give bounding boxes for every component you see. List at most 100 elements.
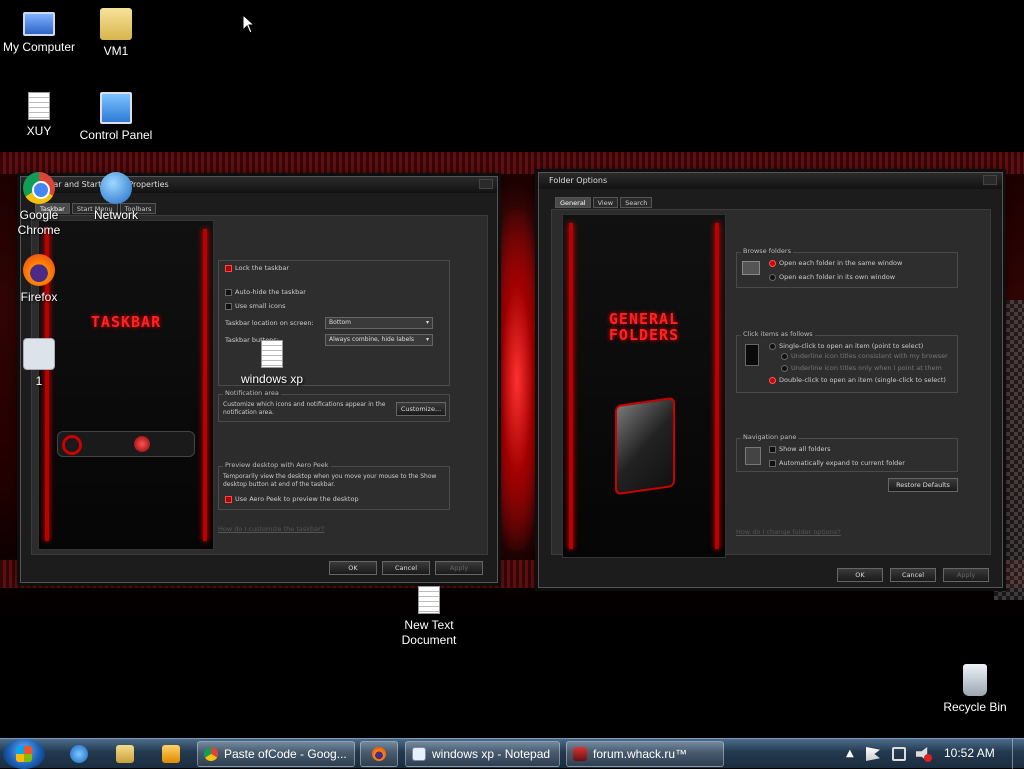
location-select[interactable]: Bottom [325, 317, 433, 329]
desktop-icon-chrome[interactable]: Google Chrome [0, 172, 81, 238]
same-window-radio[interactable] [769, 260, 776, 267]
aero-peek-title: Preview desktop with Aero Peek [223, 461, 331, 469]
lock-taskbar-checkbox[interactable] [225, 265, 232, 272]
own-window-radio[interactable] [769, 274, 776, 281]
desktop-icon-control-panel[interactable]: Control Panel [74, 92, 158, 143]
same-window-label: Open each folder in the same window [779, 259, 903, 267]
show-all-folders-label: Show all folders [779, 445, 831, 453]
internet-explorer-icon[interactable] [70, 745, 88, 763]
buttons-select[interactable]: Always combine, hide labels [325, 334, 433, 346]
help-link[interactable]: How do I change folder options? [736, 528, 841, 536]
desktop-icon-new-text-document[interactable]: New Text Document [387, 586, 471, 648]
single-click-radio[interactable] [769, 343, 776, 350]
preview-rail [569, 223, 573, 549]
lock-taskbar-label: Lock the taskbar [235, 264, 290, 272]
desktop-icon-vm1[interactable]: VM1 [74, 8, 158, 59]
mouse-cursor-icon [242, 14, 256, 34]
preview-taskbar-graphic [57, 431, 195, 457]
preview-art-text: TASKBAR [90, 313, 162, 331]
network-tray-icon[interactable] [892, 747, 906, 761]
cancel-button[interactable]: Cancel [890, 568, 936, 582]
preview-ball-icon [134, 436, 150, 452]
tab-search[interactable]: Search [620, 197, 653, 208]
preview-rail [203, 229, 207, 541]
desktop-icon-1[interactable]: 1 [0, 338, 81, 389]
desktop-icon-label: 1 [35, 374, 43, 388]
location-label: Taskbar location on screen: [225, 319, 314, 327]
cancel-button[interactable]: Cancel [382, 561, 430, 575]
help-link[interactable]: How do I customize the taskbar? [218, 525, 324, 533]
action-center-flag-icon[interactable] [866, 747, 880, 761]
underline-browser-label: Underline icon titles consistent with my… [791, 352, 948, 360]
desktop-icon-label: windows xp [240, 372, 304, 386]
clock[interactable]: 10:52 AM [944, 746, 995, 760]
network-icon [100, 172, 132, 204]
folder-user-icon [100, 8, 132, 40]
close-button[interactable] [479, 179, 493, 189]
chrome-icon [23, 172, 55, 204]
location-value: Bottom [329, 319, 352, 326]
task-button-firefox[interactable] [360, 741, 398, 767]
auto-expand-label: Automatically expand to current folder [779, 459, 905, 467]
task-button-app[interactable]: forum.whack.ru™ [566, 741, 724, 767]
desktop-icon-windows-xp[interactable]: windows xp [230, 340, 314, 387]
browse-folders-title: Browse folders [741, 247, 793, 255]
small-icons-checkbox[interactable] [225, 303, 232, 310]
preview-rail [715, 223, 719, 549]
desktop-icon-my-computer[interactable]: My Computer [0, 8, 81, 55]
customize-button[interactable]: Customize... [396, 402, 446, 416]
navigation-pane-title: Navigation pane [741, 433, 799, 441]
desktop-icon-label: My Computer [2, 40, 76, 54]
window-title: Folder Options [539, 173, 1002, 189]
underline-point-radio[interactable] [781, 365, 788, 372]
tab-general[interactable]: General [555, 197, 591, 208]
notification-area-title: Notification area [223, 389, 281, 397]
desktop-icon-xuy[interactable]: XUY [0, 92, 81, 139]
navigation-pane-icon [745, 447, 761, 465]
desktop-icon-network[interactable]: Network [74, 172, 158, 223]
desktop-icon-label: Firefox [20, 290, 58, 304]
desktop-icon-label: Network [93, 208, 138, 222]
folder-options-window[interactable]: Folder Options General View Search GENER… [538, 172, 1003, 588]
desktop-icon-label: Google Chrome [17, 208, 61, 237]
firefox-icon [23, 254, 55, 286]
windows-logo-icon [16, 746, 32, 762]
apply-button[interactable]: Apply [435, 561, 483, 575]
aero-peek-checkbox[interactable] [225, 496, 232, 503]
text-document-icon [261, 340, 283, 368]
show-all-folders-checkbox[interactable] [769, 446, 776, 453]
close-button[interactable] [983, 175, 997, 185]
underline-browser-radio[interactable] [781, 353, 788, 360]
tab-view[interactable]: View [592, 197, 619, 208]
show-desktop-button[interactable] [1012, 739, 1024, 769]
desktop-icon-recycle-bin[interactable]: Recycle Bin [933, 664, 1017, 715]
task-button-chrome[interactable]: Paste ofCode - Goog... [197, 741, 355, 767]
underline-point-label: Underline icon titles only when I point … [791, 364, 942, 372]
click-items-title: Click items as follows [741, 330, 815, 338]
desktop-icon-label: New Text Document [401, 618, 457, 647]
restore-defaults-button[interactable]: Restore Defaults [888, 478, 958, 492]
tab-panel: GENERAL FOLDERS Browse folders Open each… [551, 209, 991, 558]
aero-peek-group: Preview desktop with Aero Peek Temporari… [218, 461, 450, 510]
small-icons-label: Use small icons [235, 302, 286, 310]
double-click-radio[interactable] [769, 377, 776, 384]
aero-peek-label: Use Aero Peek to preview the desktop [235, 495, 359, 503]
wallpaper-stripe [0, 152, 1024, 174]
folders-preview: GENERAL FOLDERS [562, 214, 726, 558]
computer-icon [23, 12, 55, 36]
auto-expand-checkbox[interactable] [769, 460, 776, 467]
ok-button[interactable]: OK [329, 561, 377, 575]
desktop-icon-firefox[interactable]: Firefox [0, 254, 81, 305]
start-button[interactable] [3, 739, 45, 769]
desktop-icon-label: XUY [26, 124, 52, 138]
show-hidden-icons-icon[interactable]: ▲ [846, 747, 860, 761]
ok-button[interactable]: OK [837, 568, 883, 582]
explorer-folder-icon[interactable] [116, 745, 134, 763]
apply-button[interactable]: Apply [943, 568, 989, 582]
task-button-notepad[interactable]: windows xp - Notepad [405, 741, 560, 767]
autohide-checkbox[interactable] [225, 289, 232, 296]
media-player-icon[interactable] [162, 745, 180, 763]
notification-desc: Customize which icons and notifications … [223, 401, 386, 416]
desktop-icon-label: Control Panel [79, 128, 153, 142]
buttons-value: Always combine, hide labels [329, 336, 415, 343]
